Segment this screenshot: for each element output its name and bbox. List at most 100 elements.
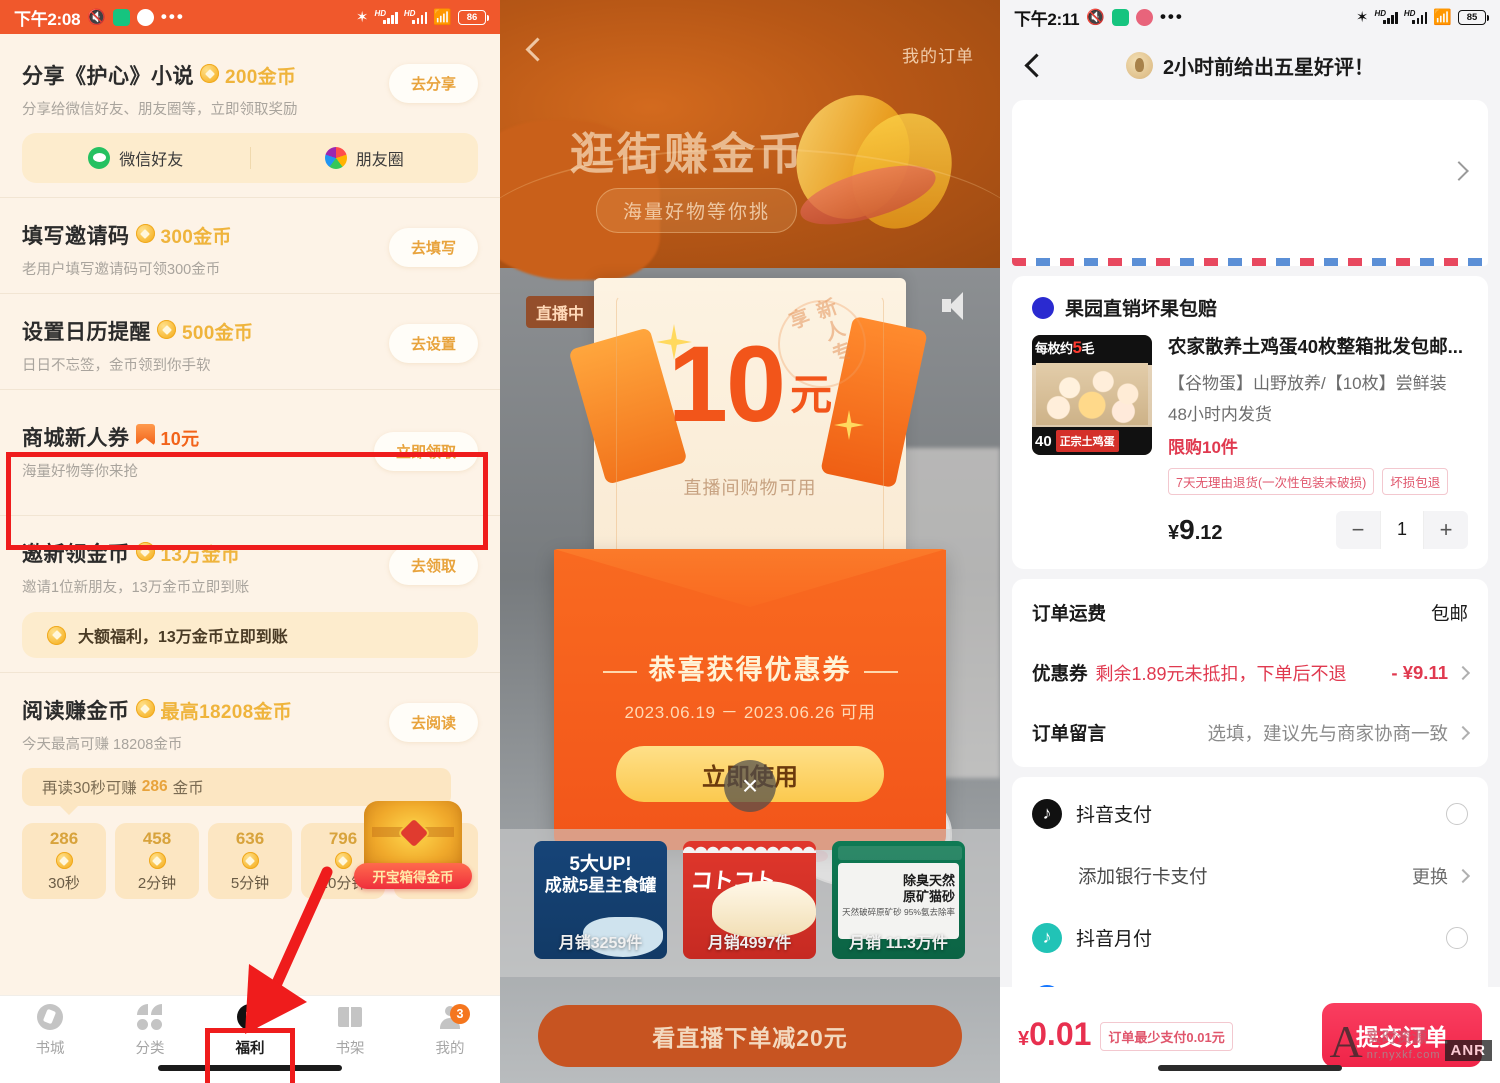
row-shipping-fee: 订单运费 包邮	[1032, 583, 1468, 643]
banner-text: 大额福利，13万金币立即到账	[78, 629, 288, 646]
row-coupon[interactable]: 优惠券 剩余1.89元未抵扣，下单后不退 - ¥9.11	[1032, 643, 1471, 703]
quantity-value[interactable]: 1	[1380, 510, 1424, 549]
thumb-bottom-badge: 正宗土鸡蛋	[1055, 430, 1119, 452]
watermark-letter: A	[1329, 1016, 1363, 1068]
payment-add-bank-card[interactable]: 添加银行卡支付 更换	[1032, 845, 1471, 907]
battery-indicator: 85	[1458, 9, 1489, 25]
coin-icon	[241, 852, 259, 869]
reward-duration: 1	[431, 874, 441, 891]
tab-bookstore[interactable]: 书城	[0, 996, 100, 1083]
mute-icon: 🔇	[1086, 9, 1105, 26]
coupon-amount: 10 元	[594, 330, 906, 438]
task-action-button[interactable]: 去填写	[388, 228, 478, 267]
payment-douyin-monthly[interactable]: ♪ 抖音月付	[1032, 907, 1468, 969]
product-card[interactable]: 5大UP! 成就5星主食罐 月销3259件	[534, 841, 667, 959]
task-reward: 200金币	[225, 67, 297, 88]
currency-symbol: ¥	[1168, 521, 1180, 544]
product-card[interactable]: コトコト 月销4997件	[683, 841, 816, 959]
task-share-novel[interactable]: 分享《护心》小说 200金币 分享给微信好友、朋友圈等，立即领取奖励 去分享 微…	[0, 34, 500, 183]
product-sales: 月销3259件	[558, 935, 643, 952]
coin-icon	[135, 542, 155, 561]
increase-quantity-button[interactable]: +	[1424, 511, 1468, 549]
welfare-icon	[237, 1003, 263, 1030]
share-label: 微信好友	[119, 152, 184, 169]
tab-label: 福利	[235, 1040, 265, 1057]
task-calendar-reminder[interactable]: 设置日历提醒 500金币 日日不忘签，金币领到你手软 去设置	[0, 293, 500, 375]
tip-prefix: 再读30秒可赚	[42, 780, 137, 797]
task-title: 分享《护心》小说	[22, 65, 194, 88]
reward-card[interactable]: 458 2分钟	[115, 823, 199, 899]
task-invite-code[interactable]: 填写邀请码 300金币 老用户填写邀请码可领300金币 去填写	[0, 197, 500, 279]
decrease-quantity-button[interactable]: −	[1336, 511, 1380, 549]
reward-card[interactable]: 286 30秒	[22, 823, 106, 899]
task-action-button[interactable]: 立即领取	[373, 432, 478, 471]
live-discount-cta[interactable]: 看直播下单减20元	[538, 1005, 962, 1067]
currency-symbol: ¥	[1018, 1028, 1030, 1050]
reward-card[interactable]: 796 10分钟	[301, 823, 385, 899]
shop-name-row[interactable]: 果园直销坏果包赔	[1032, 294, 1468, 321]
task-read-earn-coins[interactable]: 阅读赚金币 最高18208金币 今天最高可赚 18208金币 去阅读 再读30秒…	[0, 672, 500, 899]
shop-avatar-icon	[1032, 296, 1054, 319]
task-action-button[interactable]: 去设置	[388, 324, 478, 363]
back-icon[interactable]	[522, 38, 546, 62]
task-reward: 10元	[160, 429, 200, 449]
coin-icon	[135, 224, 155, 243]
reward-amount: 796	[328, 829, 358, 848]
my-orders-link[interactable]: 我的订单	[902, 42, 974, 67]
reward-card[interactable]: 636 5分钟	[208, 823, 292, 899]
qq-icon	[136, 8, 154, 26]
app-icon-green	[1111, 8, 1129, 26]
coupon-ticket: 新人专享 10 元 直播间购物可用	[568, 277, 928, 578]
payment-douyin-pay[interactable]: ♪ 抖音支付	[1032, 783, 1468, 845]
coupon-unit: 元	[790, 371, 833, 418]
book-icon	[337, 1004, 363, 1030]
notification-badge: 3	[450, 1004, 470, 1024]
tab-label: 书架	[335, 1040, 365, 1057]
task-invite-new-user[interactable]: 邀新领金币 13万金币 邀请1位新朋友，13万金币立即到账 去领取 大额福利，1…	[0, 515, 500, 658]
task-reward: 500金币	[182, 323, 254, 344]
task-action-button[interactable]: 去领取	[388, 546, 478, 585]
coin-icon	[334, 852, 352, 869]
hero-subtitle-pill: 海量好物等你挑	[596, 188, 798, 233]
task-action-button[interactable]: 去分享	[388, 64, 478, 103]
chevron-right-icon	[1455, 665, 1471, 681]
reward-amount: 636	[235, 829, 265, 848]
tab-mine[interactable]: 我的 3	[400, 996, 500, 1083]
page-title: 2小时前给出五星好评！	[1000, 51, 1500, 80]
product-headline: 除臭天然 原矿猫砂	[902, 873, 955, 905]
total-amount: 0.01	[1029, 1016, 1092, 1052]
goods-tag: 坏损包退	[1382, 467, 1449, 495]
reward-amount: 458	[142, 829, 172, 848]
row-label: 订单留言	[1032, 722, 1107, 744]
reward-duration: 10分钟	[319, 875, 367, 892]
product-subheadline: 成就5星主食罐	[544, 876, 657, 895]
product-card[interactable]: 除臭天然 原矿猫砂 天然破碎原矿砂 95%氨去除率 月销 11.3万件	[832, 841, 965, 959]
task-action-button[interactable]: 去阅读	[388, 703, 478, 742]
close-icon[interactable]: ×	[724, 760, 776, 812]
quantity-stepper[interactable]: − 1 +	[1336, 510, 1468, 549]
share-moments[interactable]: 朋友圈	[251, 146, 479, 170]
coin-icon	[47, 625, 66, 645]
address-card[interactable]	[1012, 100, 1488, 258]
invite-bonus-banner: 大额福利，13万金币立即到账	[22, 612, 478, 658]
chevron-right-icon	[1455, 725, 1471, 741]
tab-label: 书城	[35, 1040, 65, 1057]
row-value: 选填，建议先与商家协商一致	[1207, 720, 1471, 746]
payment-radio[interactable]	[1446, 926, 1468, 949]
reward-card-treasure[interactable]: 7 1 开宝箱得金币	[354, 801, 478, 899]
goods-spec: 【谷物蛋】山野放养/【10枚】尝鲜装	[1168, 373, 1447, 393]
payment-radio[interactable]	[1446, 802, 1468, 825]
coin-icon	[427, 854, 445, 871]
payment-label: 添加银行卡支付	[1078, 865, 1208, 887]
thumb-top-label: 每枚约5毛	[1035, 338, 1095, 357]
row-order-message[interactable]: 订单留言 选填，建议先与商家协商一致	[1032, 703, 1471, 763]
coin-icon	[55, 852, 73, 869]
task-mall-newcomer-coupon[interactable]: 商城新人券 10元 海量好物等你来抢 立即领取	[0, 389, 500, 491]
order-total: ¥0.01 订单最少支付0.01元	[1018, 1016, 1233, 1054]
price-and-quantity-row: ¥9.12 − 1 +	[1032, 510, 1468, 549]
share-wechat-friend[interactable]: 微信好友	[22, 146, 250, 170]
signal-2-icon: HD	[1404, 10, 1428, 24]
goods-row[interactable]: 每枚约5毛 40 正宗土鸡蛋 农家散养土鸡蛋40枚整箱批发包邮... 【谷物蛋】…	[1032, 335, 1468, 495]
change-payment-link[interactable]: 更换	[1412, 863, 1471, 889]
coin-icon	[157, 320, 176, 339]
